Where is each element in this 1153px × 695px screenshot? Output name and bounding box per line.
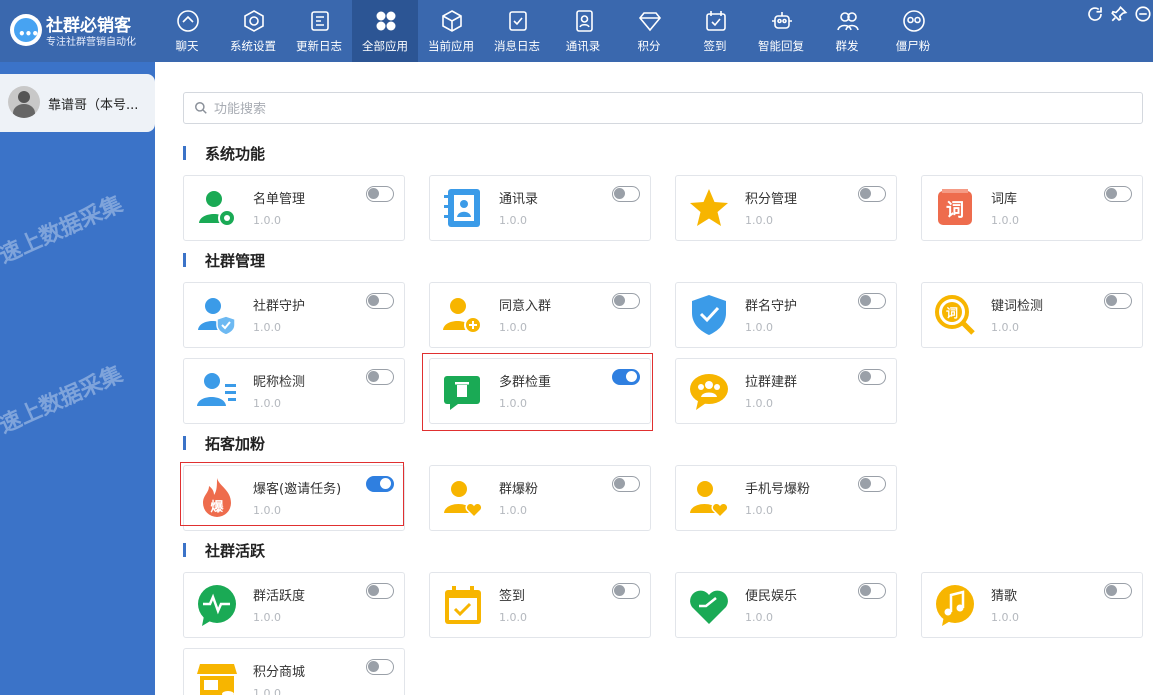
app-card-checkin[interactable]: 签到 1.0.0 — [429, 572, 651, 638]
account-name: 靠谱哥（本号... — [48, 98, 139, 113]
minimize-icon[interactable] — [1134, 5, 1152, 23]
pin-icon[interactable] — [1110, 5, 1128, 23]
nav-checkin[interactable]: 签到 — [682, 0, 748, 62]
address-book-icon — [444, 189, 480, 227]
music-icon — [936, 585, 974, 626]
nickname-icon — [197, 373, 236, 406]
dictionary-icon: 词 — [938, 189, 972, 225]
chat-icon — [177, 10, 199, 32]
app-card-group-guard[interactable]: 社群守护 1.0.0 — [183, 282, 405, 348]
app-card-approve-join[interactable]: 同意入群 1.0.0 — [429, 282, 651, 348]
nav-update-log[interactable]: 更新日志 — [286, 0, 352, 62]
pulse-icon — [198, 585, 236, 626]
all-apps-icon — [376, 11, 396, 31]
section-title-group-management: 社群管理 — [183, 250, 265, 271]
app-toggle[interactable] — [366, 369, 394, 385]
message-log-icon — [509, 11, 527, 31]
avatar — [8, 86, 40, 118]
highlight-box — [180, 462, 404, 526]
sidebar: 靠谱哥（本号... 速上数据采集 速上数据采集 — [0, 62, 155, 695]
keyword-search-icon: 词 — [935, 295, 975, 335]
diamond-icon — [638, 12, 662, 32]
app-toggle[interactable] — [858, 583, 886, 599]
create-group-icon — [690, 374, 728, 410]
app-toggle[interactable] — [858, 293, 886, 309]
app-toggle[interactable] — [858, 476, 886, 492]
app-card-phone-fans[interactable]: 手机号爆粉 1.0.0 — [675, 465, 897, 531]
search-box[interactable] — [183, 92, 1143, 124]
app-toggle[interactable] — [366, 659, 394, 675]
search-icon — [195, 102, 207, 114]
watermark: 速上数据采集 — [0, 362, 127, 439]
app-toggle[interactable] — [612, 186, 640, 202]
app-card-nickname-detection[interactable]: 昵称检测 1.0.0 — [183, 358, 405, 424]
contacts-icon — [576, 10, 593, 32]
app-card-create-group[interactable]: 拉群建群 1.0.0 — [675, 358, 897, 424]
nav-chat[interactable]: 聊天 — [154, 0, 220, 62]
svg-text:词: 词 — [946, 200, 964, 221]
checkin-icon — [706, 11, 726, 31]
app-toggle[interactable] — [858, 186, 886, 202]
account-item[interactable]: 靠谱哥（本号... — [0, 74, 155, 132]
app-card-guess-song[interactable]: 猜歌 1.0.0 — [921, 572, 1143, 638]
main-panel: 系统功能 名单管理 1.0.0 通讯录 1.0.0 积分管理 1.0.0 词 词… — [155, 62, 1153, 695]
app-card-group-activity[interactable]: 群活跃度 1.0.0 — [183, 572, 405, 638]
app-card-group-name-guard[interactable]: 群名守护 1.0.0 — [675, 282, 897, 348]
app-toggle[interactable] — [612, 293, 640, 309]
user-shield-icon — [198, 298, 236, 336]
top-bar: ••• 社群必销客 专注社群营销自动化 聊天 系统设置 更新日志 全部应用 当前… — [0, 0, 1153, 62]
add-user-icon — [443, 298, 482, 334]
app-toggle[interactable] — [858, 369, 886, 385]
app-toggle[interactable] — [612, 476, 640, 492]
robot-icon — [772, 12, 792, 29]
app-toggle[interactable] — [1104, 583, 1132, 599]
nav-contacts[interactable]: 通讯录 — [550, 0, 616, 62]
app-card-points-management[interactable]: 积分管理 1.0.0 — [675, 175, 897, 241]
app-toggle[interactable] — [366, 293, 394, 309]
app-card-points-mall[interactable]: 积分商城 1.0.0 — [183, 648, 405, 695]
nav-zombie-fans[interactable]: 僵尸粉 — [880, 0, 946, 62]
shield-check-icon — [692, 295, 726, 335]
user-heart-icon — [690, 481, 729, 519]
section-title-group-activity: 社群活跃 — [183, 540, 265, 561]
app-card-keyword-detection[interactable]: 词 键词检测 1.0.0 — [921, 282, 1143, 348]
section-title-customer-acquisition: 拓客加粉 — [183, 433, 265, 454]
shop-icon — [197, 664, 237, 695]
star-icon — [690, 189, 728, 226]
cube-icon — [442, 10, 462, 32]
section-title-system: 系统功能 — [183, 143, 265, 164]
app-toggle[interactable] — [1104, 293, 1132, 309]
nav-all-apps[interactable]: 全部应用 — [352, 0, 418, 62]
heart-icon — [690, 590, 728, 624]
app-card-dictionary[interactable]: 词 词库 1.0.0 — [921, 175, 1143, 241]
app-card-entertainment[interactable]: 便民娱乐 1.0.0 — [675, 572, 897, 638]
svg-text:词: 词 — [946, 306, 958, 320]
nav-current-apps[interactable]: 当前应用 — [418, 0, 484, 62]
app-subtitle: 专注社群营销自动化 — [46, 37, 136, 48]
update-log-icon — [311, 11, 329, 31]
zombie-icon — [903, 10, 925, 32]
app-toggle[interactable] — [366, 186, 394, 202]
app-card-list-management[interactable]: 名单管理 1.0.0 — [183, 175, 405, 241]
nav-points[interactable]: 积分 — [616, 0, 682, 62]
app-card-contacts[interactable]: 通讯录 1.0.0 — [429, 175, 651, 241]
nav-mass-send[interactable]: 群发 — [814, 0, 880, 62]
app-logo: ••• 社群必销客 专注社群营销自动化 — [8, 8, 153, 54]
app-card-group-fans[interactable]: 群爆粉 1.0.0 — [429, 465, 651, 531]
app-toggle[interactable] — [612, 583, 640, 599]
refresh-icon[interactable] — [1086, 5, 1104, 23]
user-heart-icon — [444, 481, 483, 519]
nav-smart-reply[interactable]: 智能回复 — [748, 0, 814, 62]
group-icon — [837, 12, 859, 31]
nav-message-log[interactable]: 消息日志 — [484, 0, 550, 62]
app-toggle[interactable] — [366, 583, 394, 599]
user-list-icon — [199, 191, 236, 227]
highlight-box — [422, 353, 653, 431]
search-input[interactable] — [214, 98, 1114, 120]
settings-icon — [244, 10, 264, 32]
app-toggle[interactable] — [1104, 186, 1132, 202]
nav-system-settings[interactable]: 系统设置 — [220, 0, 286, 62]
watermark: 速上数据采集 — [0, 192, 127, 269]
calendar-check-icon — [445, 586, 481, 624]
